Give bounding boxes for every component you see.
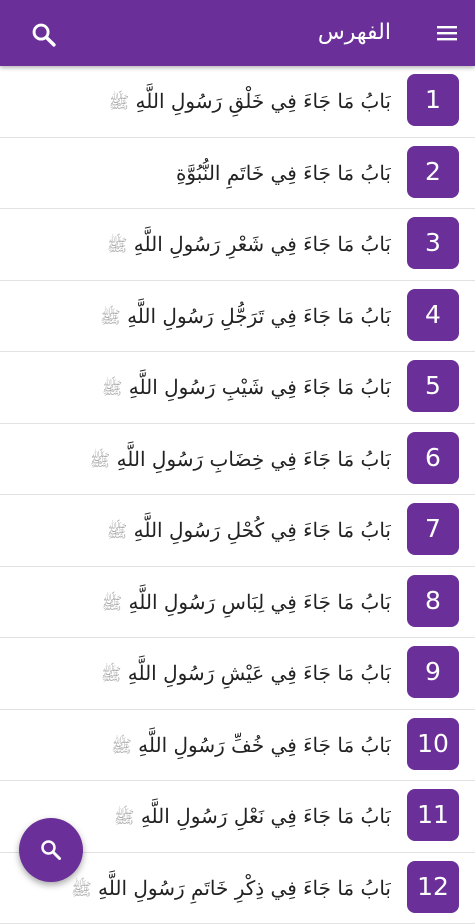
chapter-title-text: بَابُ مَا جَاءَ فِي خُفِّ رَسُولِ اللَّه… (138, 733, 391, 757)
honorific: ﷺ (101, 665, 122, 685)
list-item[interactable]: 7 بَابُ مَا جَاءَ فِي كُحْلِ رَسُولِ الل… (0, 495, 475, 567)
chapter-title: بَابُ مَا جَاءَ فِي شَيْبِ رَسُولِ اللَّ… (11, 352, 391, 423)
chapter-title-text: بَابُ مَا جَاءَ فِي خِضَابِ رَسُولِ اللَ… (117, 447, 391, 471)
list-item[interactable]: 10 بَابُ مَا جَاءَ فِي خُفِّ رَسُولِ الل… (0, 710, 475, 782)
chapter-number: 8 (407, 575, 459, 627)
menu-button[interactable] (435, 21, 459, 45)
chapter-number: 6 (407, 432, 459, 484)
honorific: ﷺ (114, 808, 135, 828)
chapter-title-text: بَابُ مَا جَاءَ فِي ذِكْرِ خَاتَمِ رَسُو… (98, 876, 391, 900)
chapter-title-text: بَابُ مَا جَاءَ فِي تَرَجُّلِ رَسُولِ ال… (127, 304, 391, 328)
chapter-list: 1 بَابُ مَا جَاءَ فِي خَلْقِ رَسُولِ الل… (0, 66, 475, 924)
chapter-title: بَابُ مَا جَاءَ فِي تَرَجُّلِ رَسُولِ ال… (11, 281, 391, 352)
chapter-title-text: بَابُ مَا جَاءَ فِي عَيْشِ رَسُولِ اللَّ… (128, 661, 391, 685)
chapter-number: 7 (407, 503, 459, 555)
honorific: ﷺ (102, 379, 123, 399)
chapter-number: 11 (407, 789, 459, 841)
chapter-number: 2 (407, 146, 459, 198)
chapter-number: 10 (407, 718, 459, 770)
list-item[interactable]: 6 بَابُ مَا جَاءَ فِي خِضَابِ رَسُولِ ال… (0, 424, 475, 496)
chapter-title-text: بَابُ مَا جَاءَ فِي نَعْلِ رَسُولِ اللَّ… (141, 804, 391, 828)
list-item[interactable]: 3 بَابُ مَا جَاءَ فِي شَعْرِ رَسُولِ الل… (0, 209, 475, 281)
honorific: ﷺ (90, 451, 111, 471)
honorific: ﷺ (107, 522, 128, 542)
honorific: ﷺ (109, 93, 130, 113)
search-button[interactable] (30, 21, 58, 49)
chapter-title-text: بَابُ مَا جَاءَ فِي شَيْبِ رَسُولِ اللَّ… (129, 375, 391, 399)
honorific: ﷺ (100, 308, 121, 328)
chapter-title: بَابُ مَا جَاءَ فِي كُحْلِ رَسُولِ اللَّ… (11, 495, 391, 566)
floating-search-button[interactable] (19, 818, 83, 882)
chapter-number: 1 (407, 74, 459, 126)
app-bar: الفهرس (0, 0, 475, 66)
list-item[interactable]: 5 بَابُ مَا جَاءَ فِي شَيْبِ رَسُولِ الل… (0, 352, 475, 424)
list-item[interactable]: 2 بَابُ مَا جَاءَ فِي خَاتَمِ النُّبُوَّ… (0, 138, 475, 210)
page-title: الفهرس (318, 0, 391, 66)
honorific: ﷺ (71, 880, 92, 900)
honorific: ﷺ (107, 236, 128, 256)
chapter-title: بَابُ مَا جَاءَ فِي شَعْرِ رَسُولِ اللَّ… (11, 209, 391, 280)
chapter-title-text: بَابُ مَا جَاءَ فِي شَعْرِ رَسُولِ اللَّ… (134, 232, 391, 256)
chapter-title: بَابُ مَا جَاءَ فِي لِبَاسِ رَسُولِ اللَ… (11, 567, 391, 638)
chapter-number: 3 (407, 217, 459, 269)
chapter-number: 5 (407, 360, 459, 412)
chapter-title-text: بَابُ مَا جَاءَ فِي خَاتَمِ النُّبُوَّةِ (176, 161, 391, 185)
chapter-number: 4 (407, 289, 459, 341)
chapter-number: 9 (407, 646, 459, 698)
search-icon (39, 838, 63, 862)
chapter-title: بَابُ مَا جَاءَ فِي عَيْشِ رَسُولِ اللَّ… (11, 638, 391, 709)
chapter-title: بَابُ مَا جَاءَ فِي خِضَابِ رَسُولِ اللَ… (11, 424, 391, 495)
list-item[interactable]: 4 بَابُ مَا جَاءَ فِي تَرَجُّلِ رَسُولِ … (0, 281, 475, 353)
menu-icon (435, 21, 459, 45)
chapter-number: 12 (407, 861, 459, 913)
chapter-title: بَابُ مَا جَاءَ فِي خُفِّ رَسُولِ اللَّه… (11, 710, 391, 781)
chapter-title-text: بَابُ مَا جَاءَ فِي لِبَاسِ رَسُولِ اللَ… (129, 590, 391, 614)
chapter-title: بَابُ مَا جَاءَ فِي خَلْقِ رَسُولِ اللَّ… (11, 66, 391, 137)
honorific: ﷺ (102, 594, 123, 614)
chapter-title-text: بَابُ مَا جَاءَ فِي خَلْقِ رَسُولِ اللَّ… (136, 89, 391, 113)
chapter-title-text: بَابُ مَا جَاءَ فِي كُحْلِ رَسُولِ اللَّ… (134, 518, 391, 542)
list-item[interactable]: 8 بَابُ مَا جَاءَ فِي لِبَاسِ رَسُولِ ال… (0, 567, 475, 639)
honorific: ﷺ (111, 737, 132, 757)
chapter-title: بَابُ مَا جَاءَ فِي خَاتَمِ النُّبُوَّةِ (11, 138, 391, 209)
list-item[interactable]: 9 بَابُ مَا جَاءَ فِي عَيْشِ رَسُولِ الل… (0, 638, 475, 710)
list-item[interactable]: 1 بَابُ مَا جَاءَ فِي خَلْقِ رَسُولِ الل… (0, 66, 475, 138)
search-icon (30, 21, 58, 49)
